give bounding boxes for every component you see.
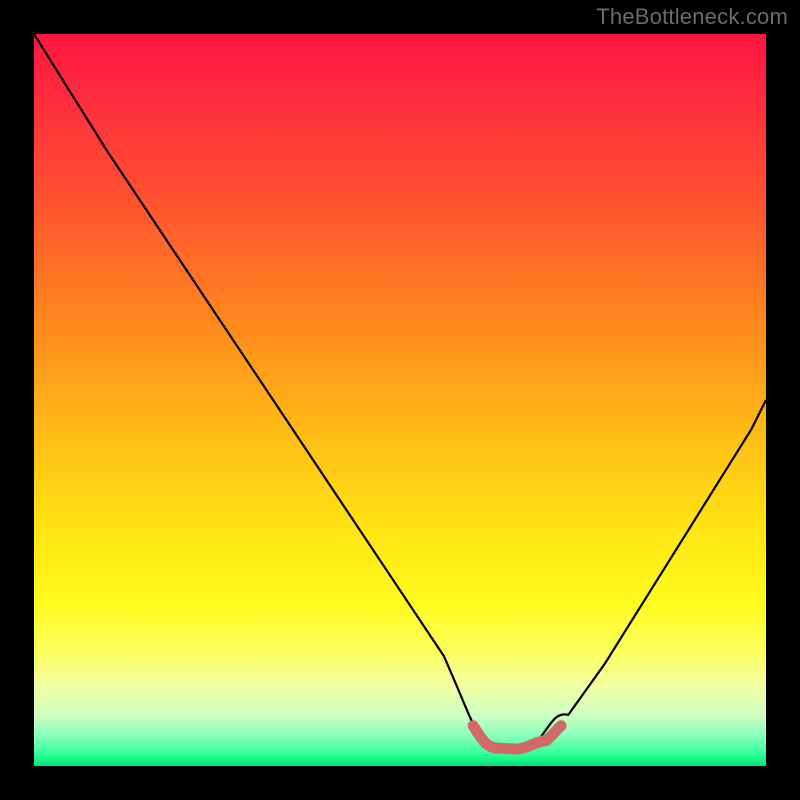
plot-area [34,34,766,766]
watermark-text: TheBottleneck.com [596,4,788,30]
bottleneck-curve-svg [34,34,766,766]
optimal-zone-marker-path [473,726,561,749]
bottleneck-curve-path [34,34,766,751]
chart-frame: TheBottleneck.com [0,0,800,800]
